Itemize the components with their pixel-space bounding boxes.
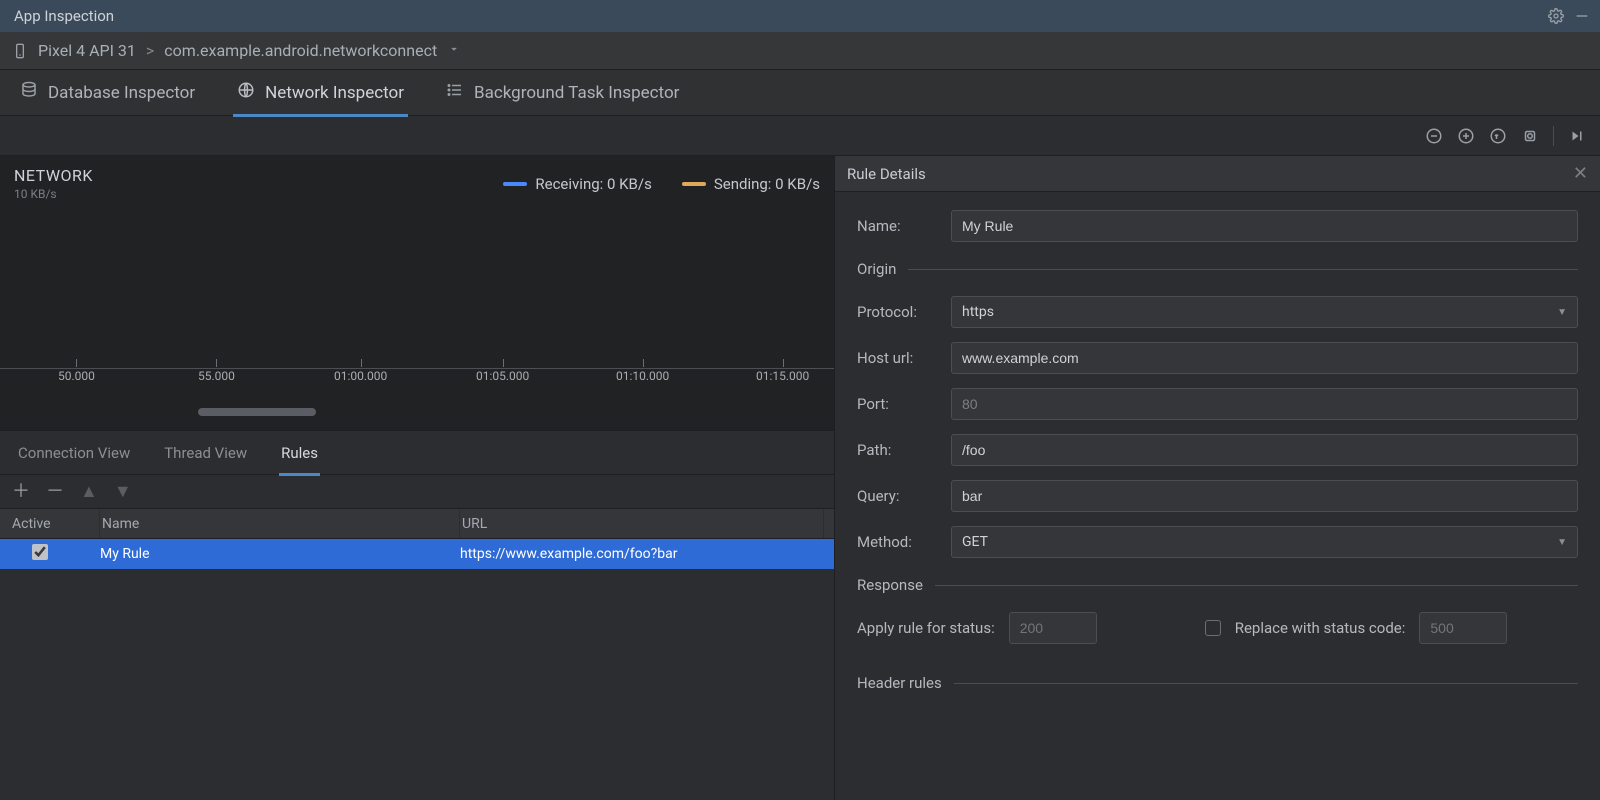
device-icon xyxy=(12,43,28,59)
database-icon xyxy=(20,81,38,104)
subtab-rules[interactable]: Rules xyxy=(279,434,320,472)
inspector-tabs: Database Inspector Network Inspector Bac… xyxy=(0,70,1600,116)
method-select[interactable]: GET ▼ xyxy=(951,526,1578,558)
tick-label: 01:10.000 xyxy=(616,369,669,383)
gear-icon[interactable] xyxy=(1548,8,1564,24)
reset-zoom-icon[interactable] xyxy=(1489,127,1507,145)
port-input[interactable] xyxy=(951,388,1578,420)
col-header-url: URL xyxy=(460,509,824,538)
globe-icon xyxy=(237,81,255,104)
minimize-icon[interactable] xyxy=(1574,8,1590,24)
table-header: Active Name URL xyxy=(0,509,834,539)
network-chart[interactable]: NETWORK 10 KB/s Receiving: 0 KB/s Sendin… xyxy=(0,156,834,431)
separator xyxy=(1553,126,1554,146)
tab-label: Background Task Inspector xyxy=(474,83,679,103)
network-yscale: 10 KB/s xyxy=(14,187,93,201)
timeline[interactable]: 50.000 55.000 01:00.000 01:05.000 01:10.… xyxy=(0,368,834,414)
chevron-down-icon[interactable] xyxy=(447,41,461,60)
section-origin: Origin xyxy=(857,260,1578,278)
device-name: Pixel 4 API 31 xyxy=(38,41,136,60)
title-bar: App Inspection xyxy=(0,0,1600,32)
legend-receiving: Receiving: 0 KB/s xyxy=(503,175,651,193)
go-to-end-icon[interactable] xyxy=(1568,127,1586,145)
add-rule-button[interactable]: ＋ xyxy=(12,483,30,501)
rules-toolbar: ＋ － ▲ ▼ xyxy=(0,475,834,509)
table-row[interactable]: My Rule https://www.example.com/foo?bar xyxy=(0,539,834,569)
tick-label: 01:05.000 xyxy=(476,369,529,383)
legend-chip-receiving xyxy=(503,182,527,186)
subtab-connection-view[interactable]: Connection View xyxy=(16,434,132,472)
col-header-active: Active xyxy=(10,509,100,538)
apply-status-label: Apply rule for status: xyxy=(857,619,995,637)
tab-database-inspector[interactable]: Database Inspector xyxy=(16,73,199,112)
method-label: Method: xyxy=(857,533,937,551)
rules-subtabs: Connection View Thread View Rules xyxy=(0,431,834,475)
protocol-select[interactable]: https ▼ xyxy=(951,296,1578,328)
legend-sending: Sending: 0 KB/s xyxy=(682,175,820,193)
query-label: Query: xyxy=(857,487,937,505)
host-url-input[interactable] xyxy=(951,342,1578,374)
chevron-down-icon: ▼ xyxy=(1557,307,1567,318)
timeline-scrollbar-thumb[interactable] xyxy=(198,408,316,416)
name-label: Name: xyxy=(857,217,937,235)
host-url-label: Host url: xyxy=(857,349,937,367)
replace-status-checkbox[interactable] xyxy=(1205,620,1221,636)
protocol-label: Protocol: xyxy=(857,303,937,321)
path-input[interactable] xyxy=(951,434,1578,466)
tick-label: 01:15.000 xyxy=(756,369,809,383)
rule-details-header: Rule Details ✕ xyxy=(835,156,1600,192)
replace-status-input[interactable] xyxy=(1419,612,1507,644)
tick-label: 01:00.000 xyxy=(334,369,387,383)
rule-name-cell: My Rule xyxy=(100,546,460,562)
breadcrumb[interactable]: Pixel 4 API 31 > com.example.android.net… xyxy=(0,32,1600,70)
panel-title: App Inspection xyxy=(14,7,114,25)
tab-label: Network Inspector xyxy=(265,83,404,103)
list-icon xyxy=(446,81,464,104)
zoom-in-icon[interactable] xyxy=(1457,127,1475,145)
fit-selection-icon[interactable] xyxy=(1521,127,1539,145)
package-name: com.example.android.networkconnect xyxy=(164,41,437,60)
rule-url-cell: https://www.example.com/foo?bar xyxy=(460,546,824,562)
port-label: Port: xyxy=(857,395,937,413)
tab-background-task-inspector[interactable]: Background Task Inspector xyxy=(442,73,683,112)
zoom-out-icon[interactable] xyxy=(1425,127,1443,145)
move-up-button[interactable]: ▲ xyxy=(80,483,98,501)
path-label: Path: xyxy=(857,441,937,459)
breadcrumb-separator: > xyxy=(146,41,154,60)
section-response: Response xyxy=(857,576,1578,594)
subtab-thread-view[interactable]: Thread View xyxy=(162,434,249,472)
tick-label: 55.000 xyxy=(198,369,235,383)
network-title: NETWORK xyxy=(14,166,93,185)
section-header-rules: Header rules xyxy=(857,674,1578,692)
toolbar xyxy=(0,116,1600,156)
chevron-down-icon: ▼ xyxy=(1557,537,1567,548)
tick-label: 50.000 xyxy=(58,369,95,383)
rules-table: Active Name URL My Rule https://www.exam… xyxy=(0,509,834,800)
remove-rule-button[interactable]: － xyxy=(46,483,64,501)
query-input[interactable] xyxy=(951,480,1578,512)
replace-status-label: Replace with status code: xyxy=(1235,619,1406,637)
apply-status-input[interactable] xyxy=(1009,612,1097,644)
rule-name-input[interactable] xyxy=(951,210,1578,242)
col-header-name: Name xyxy=(100,509,460,538)
tab-network-inspector[interactable]: Network Inspector xyxy=(233,73,408,112)
rule-active-checkbox[interactable] xyxy=(32,544,48,560)
move-down-button[interactable]: ▼ xyxy=(114,483,132,501)
legend-chip-sending xyxy=(682,182,706,186)
rule-details-title: Rule Details xyxy=(847,165,926,183)
close-icon[interactable]: ✕ xyxy=(1573,163,1588,184)
tab-label: Database Inspector xyxy=(48,83,195,103)
